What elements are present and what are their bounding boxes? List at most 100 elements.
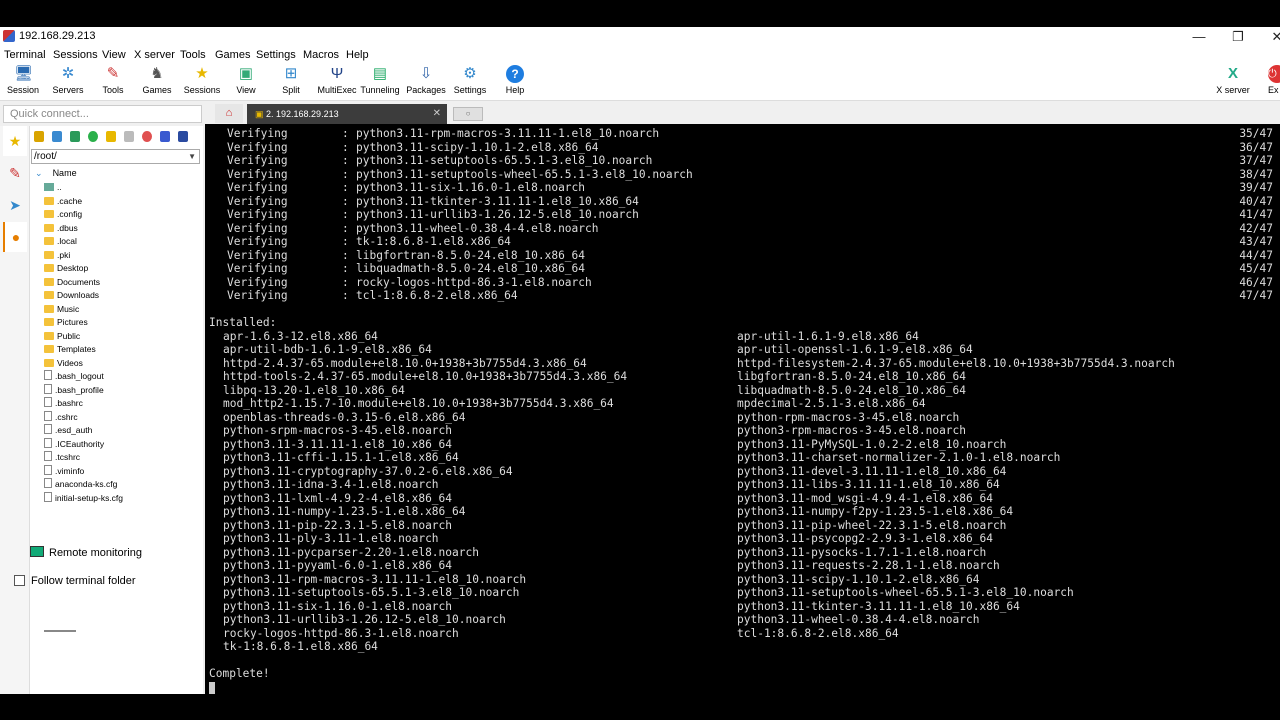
file-list-item[interactable]: Videos — [44, 357, 123, 371]
settings-button[interactable]: ⚙ Settings — [445, 65, 495, 95]
file-list-item[interactable]: .cshrc — [44, 410, 123, 425]
file-name: .ICEauthority — [55, 438, 105, 449]
file-list-item[interactable]: Templates — [44, 343, 123, 357]
verify-colon: : — [342, 248, 349, 262]
quick-connect-input[interactable]: Quick connect... — [3, 105, 202, 123]
verify-word: Verifying — [227, 154, 288, 167]
file-list-item[interactable]: .viminfo — [44, 464, 123, 479]
file-column-header[interactable]: ⌄ Name — [35, 168, 77, 179]
terminal-output[interactable]: Verifying: python3.11-rpm-macros-3.11.11-… — [205, 124, 1280, 694]
exit-button[interactable]: ⏻ Ex — [1250, 65, 1280, 95]
menu-games[interactable]: Games — [215, 49, 250, 61]
file-list-item[interactable]: .bashrc — [44, 397, 123, 411]
menu-view[interactable]: View — [102, 49, 126, 61]
verify-pkg: libgfortran-8.5.0-24.el8_10.x86_64 — [356, 248, 586, 262]
send-icon: ➤ — [9, 197, 21, 213]
menu-macros[interactable]: Macros — [303, 49, 339, 61]
panel-splitter[interactable] — [44, 630, 76, 632]
file-list-item[interactable]: .pki — [44, 249, 123, 263]
new-tab-button[interactable]: ○ — [453, 107, 483, 121]
folder-icon — [44, 210, 54, 218]
checkbox[interactable] — [14, 575, 25, 586]
sftp-browser: /root/ ▼ ⌄ Name .. .cache .config .dbus .loca… — [30, 126, 203, 694]
menu-settings[interactable]: Settings — [256, 49, 296, 61]
installed-package: python3.11-rpm-macros-3.11.11-1.el8_10.n… — [223, 572, 527, 586]
file-list-item[interactable]: .config — [44, 208, 123, 222]
installed-package: python3.11-3.11.11-1.el8_10.x86_64 — [223, 437, 453, 451]
session-tab[interactable]: ▣ 2. 192.168.29.213 ✕ — [247, 104, 447, 124]
verify-word: Verifying — [227, 167, 288, 181]
verify-line: Verifying: python3.11-tkinter-3.11.11-1.e… — [209, 195, 1280, 209]
rename-icon[interactable] — [160, 131, 170, 142]
sftp-tab[interactable]: ● — [3, 222, 27, 252]
servers-button[interactable]: ✲ Servers — [43, 65, 93, 95]
file-list-item[interactable]: Public — [44, 330, 123, 344]
menu-help[interactable]: Help — [346, 49, 369, 61]
menu-xserver[interactable]: X server — [134, 49, 175, 61]
packages-button[interactable]: ⇩ Packages — [401, 65, 451, 95]
path-field[interactable]: /root/ ▼ — [31, 149, 200, 164]
file-name: Music — [57, 303, 80, 314]
macros-tab[interactable]: ➤ — [3, 190, 27, 220]
menu-tools[interactable]: Tools — [180, 49, 206, 61]
file-list-item[interactable]: initial-setup-ks.cfg — [44, 491, 124, 506]
file-list-item[interactable]: .local — [44, 235, 123, 249]
maximize-button[interactable]: ❐ — [1223, 28, 1253, 45]
follow-terminal-checkbox[interactable]: Follow terminal folder — [14, 575, 136, 587]
file-list-item[interactable]: anaconda-ks.cfg — [44, 478, 123, 492]
file-list-item[interactable]: Music — [44, 303, 123, 317]
tunneling-button[interactable]: ▤ Tunneling — [355, 65, 405, 95]
games-button[interactable]: ♞ Games — [132, 65, 182, 95]
file-name: initial-setup-ks.cfg — [55, 492, 124, 503]
installed-package: apr-1.6.3-12.el8.x86_64 — [223, 329, 378, 343]
file-list-item[interactable]: .bash_logout — [44, 370, 123, 384]
file-list-item[interactable]: .ICEauthority — [44, 437, 123, 452]
new-file-icon[interactable] — [124, 131, 134, 142]
verify-line: Verifying: python3.11-wheel-0.38.4-4.el8.… — [209, 222, 1280, 236]
file-list-item[interactable]: Pictures — [44, 316, 123, 330]
file-list-item[interactable]: Desktop — [44, 262, 123, 276]
file-list-item[interactable]: .tcshrc — [44, 451, 123, 465]
close-button[interactable]: ✕ — [1262, 28, 1280, 45]
help-icon: ? — [506, 65, 524, 83]
minimize-button[interactable]: — — [1184, 28, 1214, 45]
file-list-item[interactable]: Documents — [44, 276, 123, 290]
refresh-icon[interactable] — [88, 131, 98, 142]
close-tab-icon[interactable]: ✕ — [433, 104, 441, 124]
split-button[interactable]: ⊞ Split — [266, 65, 316, 95]
file-list-item[interactable]: .bash_profile — [44, 383, 123, 398]
tools-button[interactable]: ✎ Tools — [88, 65, 138, 95]
installed-package: python3.11-mod_wsgi-4.9.4-1.el8.x86_64 — [737, 491, 993, 505]
delete-icon[interactable] — [142, 131, 152, 142]
verify-word: Verifying — [227, 140, 288, 154]
terminal-follow-icon[interactable] — [178, 131, 188, 142]
file-list-item[interactable]: .esd_auth — [44, 424, 123, 438]
remote-monitoring-button[interactable]: Remote monitoring — [30, 546, 142, 559]
file-list: .. .cache .config .dbus .local .pki Desktop Doc… — [44, 181, 123, 505]
folder-icon — [44, 196, 54, 205]
installed-package: python3.11-pyyaml-6.0-1.el8.x86_64 — [223, 559, 453, 572]
download-icon[interactable] — [52, 131, 62, 142]
sessions-button[interactable]: ★ Sessions — [177, 65, 227, 95]
power-icon: ⏻ — [1268, 65, 1280, 83]
file-list-item[interactable]: Downloads — [44, 289, 123, 303]
new-folder-icon[interactable] — [106, 131, 116, 142]
session-button[interactable]: 🖥 Session — [0, 65, 48, 95]
help-button[interactable]: ? Help — [490, 65, 540, 95]
parent-folder-icon[interactable] — [34, 131, 44, 142]
file-list-item[interactable]: .cache — [44, 195, 123, 209]
file-list-item[interactable]: .dbus — [44, 222, 123, 236]
file-name: Templates — [57, 344, 96, 354]
menu-terminal[interactable]: Terminal — [4, 49, 46, 61]
verify-word: Verifying — [227, 194, 288, 208]
view-button[interactable]: ▣ View — [221, 65, 271, 95]
sessions-star-tab[interactable]: ★ — [3, 126, 27, 156]
menu-sessions[interactable]: Sessions — [53, 49, 98, 61]
verify-word: Verifying — [227, 235, 288, 248]
home-tab[interactable]: ⌂ — [215, 104, 243, 123]
tools-tab[interactable]: ✎ — [3, 158, 27, 188]
upload-icon[interactable] — [70, 131, 80, 142]
chevron-down-icon[interactable]: ▼ — [188, 150, 196, 163]
file-list-item[interactable]: .. — [44, 181, 123, 195]
toolbar: 🖥 Session ✲ Servers ✎ Tools ♞ Games ★ Session… — [0, 63, 1280, 101]
